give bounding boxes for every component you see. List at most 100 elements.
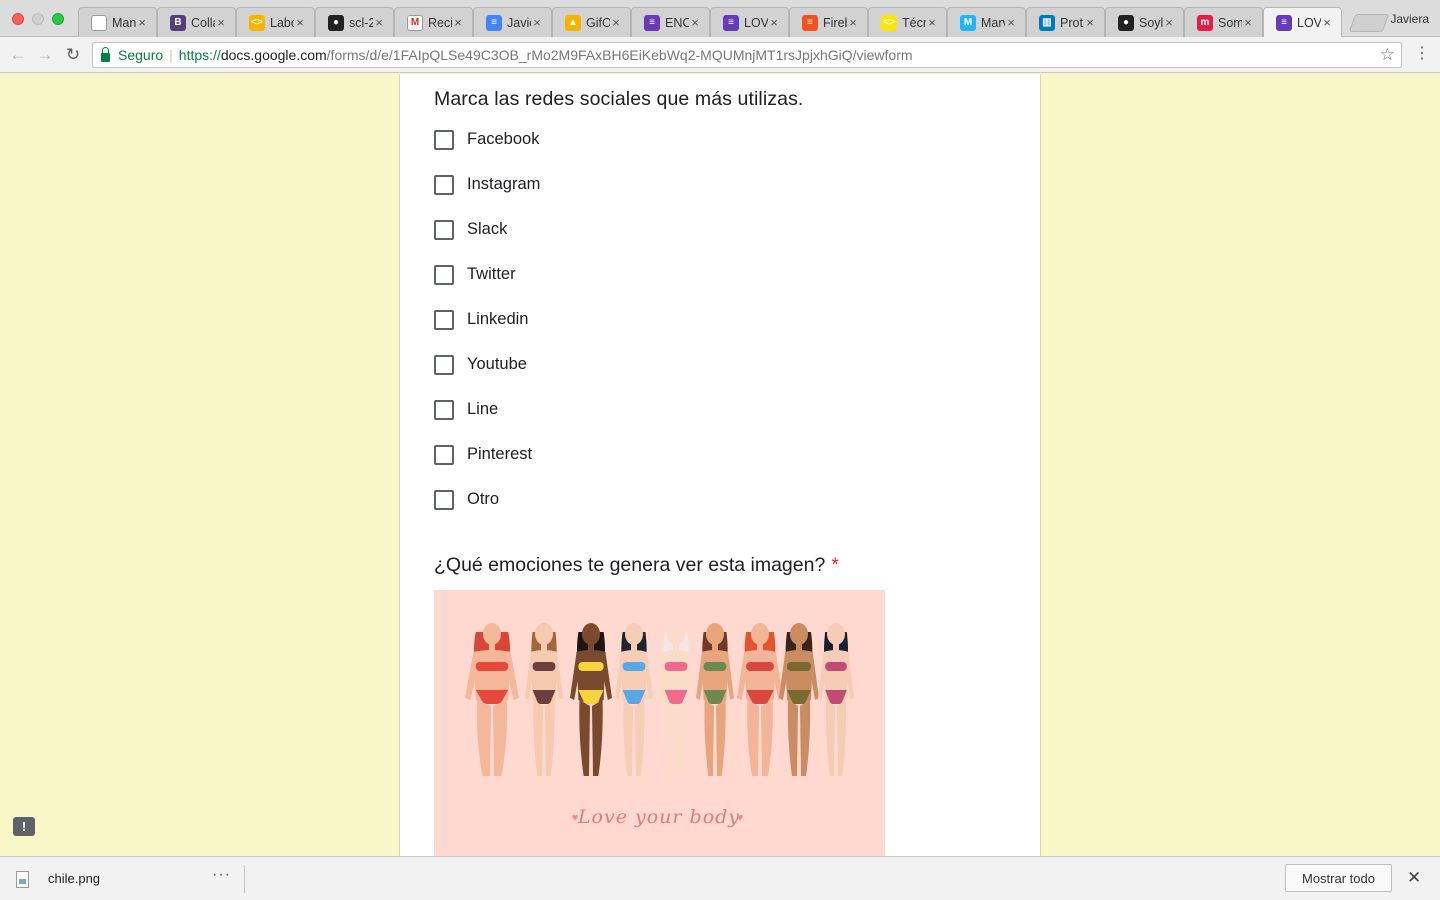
women-illustration: Love your body ♥ ♥: [434, 590, 885, 858]
tab-close-icon[interactable]: ×: [1321, 15, 1333, 30]
tab[interactable]: ≡ ENC ×: [631, 7, 710, 37]
checkbox[interactable]: [434, 400, 454, 420]
tab-title: Colla: [191, 15, 215, 30]
laboratoria-icon: <>: [881, 14, 897, 31]
drive-icon: ▲: [565, 14, 581, 31]
forward-arrow-icon[interactable]: →: [35, 45, 55, 65]
checkbox-label: Line: [467, 400, 499, 418]
checkbox-option[interactable]: Twitter: [434, 264, 540, 309]
tab-close-icon[interactable]: ×: [926, 15, 938, 30]
tab[interactable]: ● Soyl ×: [1105, 7, 1184, 37]
tab-title: scl-2: [349, 15, 373, 30]
url-scheme: https://: [178, 47, 221, 63]
checkbox-label: Youtube: [467, 355, 527, 373]
bookmark-star-icon[interactable]: ☆: [1380, 45, 1395, 65]
question-text: ¿Qué emociones te genera ver esta imagen…: [434, 554, 826, 576]
checkbox-option[interactable]: Otro: [434, 489, 540, 534]
checkbox-option[interactable]: Instagram: [434, 174, 540, 219]
checkbox-option[interactable]: Linkedin: [434, 309, 540, 354]
firebase-icon: ≡: [802, 14, 818, 31]
minimize-window-button[interactable]: [32, 13, 44, 25]
forms-icon: ≡: [723, 14, 739, 31]
tab-title: Recib: [428, 15, 452, 30]
trello-icon: ▥: [1039, 14, 1055, 31]
tab[interactable]: M Recib×: [394, 7, 473, 37]
tab-title: Soyl: [1139, 15, 1163, 30]
tab[interactable]: ≡ LOVI×: [1263, 7, 1342, 37]
show-all-button[interactable]: Mostrar todo: [1285, 864, 1392, 892]
tab-close-icon[interactable]: ×: [1084, 15, 1096, 30]
checkbox-label: Facebook: [467, 130, 540, 148]
tab-close-icon[interactable]: ×: [1163, 15, 1175, 30]
medium-icon: m: [1197, 14, 1213, 31]
divider: [244, 865, 245, 893]
laboratoria-icon: <>: [249, 14, 265, 31]
tab[interactable]: ≡ Fireb×: [789, 7, 868, 37]
tab-title: LOVI: [1297, 15, 1321, 30]
download-filename[interactable]: chile.png: [48, 871, 100, 886]
document-icon: [91, 14, 107, 31]
image-file-icon: [16, 871, 29, 888]
checkbox-option[interactable]: Facebook: [434, 129, 540, 174]
checkbox[interactable]: [434, 490, 454, 510]
tab-close-icon[interactable]: ×: [531, 15, 543, 30]
tab-title: Som: [1218, 15, 1242, 30]
required-asterisk: *: [831, 554, 839, 576]
tab-close-icon[interactable]: ×: [1242, 15, 1254, 30]
tab-close-icon[interactable]: ×: [294, 15, 306, 30]
checkbox-option[interactable]: Youtube: [434, 354, 540, 399]
close-window-button[interactable]: [12, 13, 24, 25]
bootstrap-icon: B: [170, 14, 186, 31]
checkbox[interactable]: [434, 175, 454, 195]
feedback-icon[interactable]: !: [13, 817, 35, 836]
form-card: Marca las redes sociales que más utiliza…: [399, 74, 1041, 858]
question-image: Love your body ♥ ♥: [434, 590, 885, 858]
tab[interactable]: ≡ Javie×: [473, 7, 552, 37]
tab[interactable]: ● scl-2 ×: [315, 7, 394, 37]
question-title: ¿Qué emociones te genera ver esta imagen…: [434, 554, 839, 577]
close-icon[interactable]: ✕: [1407, 868, 1421, 888]
question-title: Marca las redes sociales que más utiliza…: [434, 88, 804, 110]
tab-close-icon[interactable]: ×: [136, 15, 148, 30]
tab[interactable]: Man ×: [78, 7, 157, 37]
checkbox-option[interactable]: Slack: [434, 219, 540, 264]
tab-close-icon[interactable]: ×: [373, 15, 385, 30]
checkbox[interactable]: [434, 310, 454, 330]
profile-name[interactable]: Javiera: [1390, 12, 1429, 26]
checkbox[interactable]: [434, 445, 454, 465]
tab[interactable]: B Colla×: [157, 7, 236, 37]
tab-close-icon[interactable]: ×: [689, 15, 701, 30]
tab[interactable]: m Som ×: [1184, 7, 1263, 37]
tab-close-icon[interactable]: ×: [1005, 15, 1017, 30]
checkbox-option[interactable]: Pinterest: [434, 444, 540, 489]
tab-close-icon[interactable]: ×: [610, 15, 622, 30]
tab-close-icon[interactable]: ×: [768, 15, 780, 30]
tab[interactable]: M Marv×: [947, 7, 1026, 37]
tab[interactable]: ≡ LOVI×: [710, 7, 789, 37]
tab[interactable]: <> Labo×: [236, 7, 315, 37]
new-tab-button[interactable]: [1348, 14, 1390, 32]
address-bar[interactable]: Seguro | https:// docs.google.com /forms…: [92, 42, 1402, 68]
tab[interactable]: ▲ GifO ×: [552, 7, 631, 37]
tab-close-icon[interactable]: ×: [847, 15, 859, 30]
checkbox[interactable]: [434, 355, 454, 375]
checkbox[interactable]: [434, 265, 454, 285]
reload-icon[interactable]: ↻: [63, 45, 83, 65]
tab[interactable]: ▥ Prot ×: [1026, 7, 1105, 37]
maximize-window-button[interactable]: [52, 13, 64, 25]
filter-icon: ≡: [486, 14, 502, 31]
tab-title: Prot: [1060, 15, 1083, 30]
github-icon: ●: [328, 14, 344, 31]
menu-dots-icon[interactable]: ⋮: [1414, 45, 1430, 63]
tab-close-icon[interactable]: ×: [452, 15, 464, 30]
download-bar: chile.png ··· Mostrar todo ✕: [0, 856, 1440, 900]
tab[interactable]: <> Técn×: [868, 7, 947, 37]
checkbox[interactable]: [434, 220, 454, 240]
tab-close-icon[interactable]: ×: [215, 15, 227, 30]
gmail-icon: M: [407, 14, 423, 31]
checkbox-label: Otro: [467, 490, 500, 508]
download-options-icon[interactable]: ···: [212, 866, 231, 884]
checkbox[interactable]: [434, 130, 454, 150]
checkbox-option[interactable]: Line: [434, 399, 540, 444]
back-arrow-icon[interactable]: ←: [8, 45, 28, 65]
